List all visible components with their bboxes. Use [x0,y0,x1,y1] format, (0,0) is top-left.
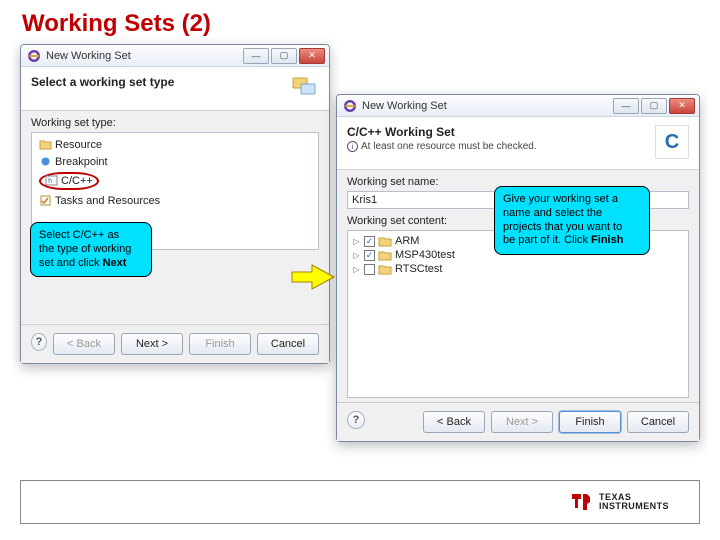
banner: Select a working set type [21,67,329,111]
type-label: Breakpoint [55,156,108,168]
type-item-ccpp[interactable]: h C/C++ [36,170,314,192]
minimize-button[interactable]: — [613,98,639,114]
finish-button[interactable]: Finish [189,333,251,355]
minimize-button[interactable]: — [243,48,269,64]
ti-mark-icon [571,491,593,513]
svg-text:h: h [48,177,52,185]
window-title: New Working Set [46,50,131,62]
titlebar: New Working Set — ▢ ✕ [21,45,329,67]
slide-title: Working Sets (2) [22,10,211,38]
tasks-icon [39,194,52,207]
project-folder-icon [378,235,392,247]
eclipse-icon [343,99,357,113]
banner-subtitle: i At least one resource must be checked. [347,141,537,152]
arrow-icon [290,262,336,295]
footer: TEXAS INSTRUMENTS [20,480,700,524]
maximize-button[interactable]: ▢ [271,48,297,64]
folder-icon [39,138,52,151]
close-button[interactable]: ✕ [669,98,695,114]
checkbox[interactable] [364,264,375,275]
next-button[interactable]: Next > [121,333,183,355]
type-item-tasks[interactable]: Tasks and Resources [36,192,314,209]
checkbox[interactable]: ✓ [364,236,375,247]
callout-name-and-finish: Give your working set a name and select … [494,186,650,255]
type-item-resource[interactable]: Resource [36,136,314,153]
brand-line2: INSTRUMENTS [599,502,669,511]
project-folder-icon [378,249,392,261]
titlebar: New Working Set — ▢ ✕ [337,95,699,117]
banner: C/C++ Working Set i At least one resourc… [337,117,699,170]
disclosure-icon[interactable]: ▷ [352,237,361,246]
types-label: Working set type: [31,117,319,129]
banner-title: C/C++ Working Set [347,125,537,139]
checkbox[interactable]: ✓ [364,250,375,261]
maximize-button[interactable]: ▢ [641,98,667,114]
c-banner-icon: C [655,125,689,159]
type-label: Tasks and Resources [55,195,160,207]
type-item-breakpoint[interactable]: Breakpoint [36,153,314,170]
banner-title: Select a working set type [31,75,174,89]
help-button[interactable]: ? [31,333,47,351]
next-button[interactable]: Next > [491,411,553,433]
finish-button[interactable]: Finish [559,411,621,433]
type-label: C/C++ [61,175,93,187]
tree-item-rtsctest[interactable]: ▷ RTSCtest [352,262,684,276]
back-button[interactable]: < Back [423,411,485,433]
help-button[interactable]: ? [347,411,365,429]
disclosure-icon[interactable]: ▷ [352,265,361,274]
tree-label: RTSCtest [395,263,442,275]
cancel-button[interactable]: Cancel [257,333,319,355]
info-icon: i [347,141,358,152]
ti-logo: TEXAS INSTRUMENTS [571,491,669,513]
content-tree[interactable]: ▷ ✓ ARM ▷ ✓ MSP430test ▷ RTSCtest [347,230,689,398]
dialog-select-type: New Working Set — ▢ ✕ Select a working s… [20,44,330,364]
tree-label: ARM [395,235,419,247]
cancel-button[interactable]: Cancel [627,411,689,433]
eclipse-icon [27,49,41,63]
back-button[interactable]: < Back [53,333,115,355]
type-label: Resource [55,139,102,151]
banner-decoration-icon [289,75,319,100]
ccpp-icon: h [45,174,58,187]
window-title: New Working Set [362,100,447,112]
breakpoint-icon [39,155,52,168]
dialog-ccpp-set: New Working Set — ▢ ✕ C/C++ Working Set … [336,94,700,442]
tree-label: MSP430test [395,249,455,261]
close-button[interactable]: ✕ [299,48,325,64]
disclosure-icon[interactable]: ▷ [352,251,361,260]
button-row: ? < Back Next > Finish Cancel [21,324,329,363]
button-row: ? < Back Next > Finish Cancel [337,402,699,441]
callout-select-type: Select C/C++ as the type of working set … [30,222,152,277]
project-folder-icon [378,263,392,275]
